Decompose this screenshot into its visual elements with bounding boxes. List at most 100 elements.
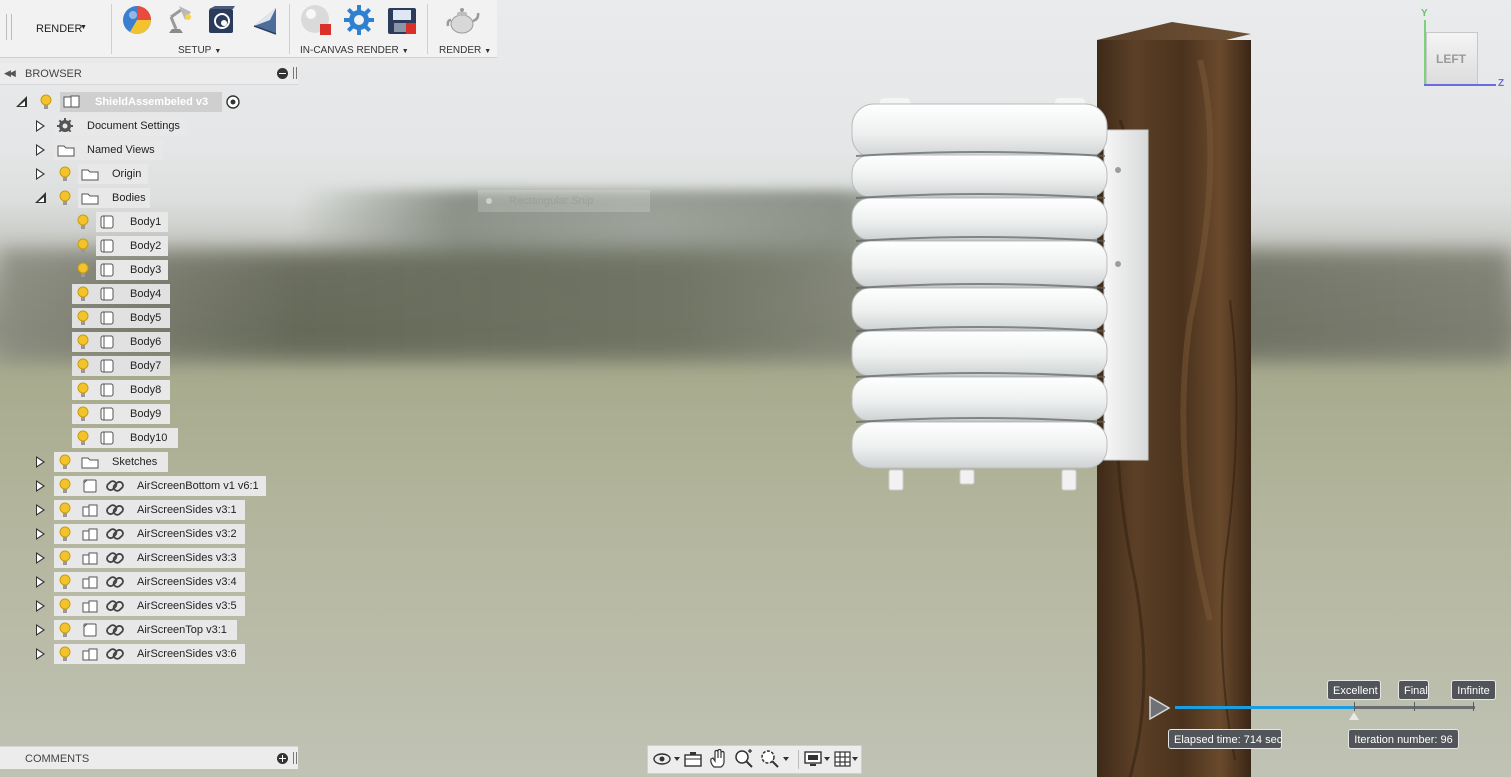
fit-zoom-icon[interactable] <box>760 749 792 769</box>
orbit-icon[interactable] <box>652 749 682 769</box>
render-progress-fill <box>1175 706 1355 709</box>
capture-image-icon[interactable] <box>386 4 418 36</box>
lightbulb-icon[interactable] <box>58 454 72 470</box>
lightbulb-icon[interactable] <box>58 646 72 662</box>
minimize-icon[interactable] <box>277 68 288 79</box>
panel-pin-icon[interactable] <box>293 67 297 79</box>
lightbulb-icon[interactable] <box>58 190 72 206</box>
expand-toggle[interactable] <box>36 600 45 612</box>
tree-item-component[interactable]: AirScreenSides v3:4 <box>0 572 300 592</box>
expand-toggle[interactable] <box>36 576 45 588</box>
link-icon <box>106 648 124 660</box>
tree-item-bodies[interactable]: Bodies <box>0 188 300 208</box>
in-canvas-render-icon[interactable] <box>300 4 332 36</box>
tree-item-body[interactable]: Body3 <box>0 260 300 280</box>
tree-item-body[interactable]: Body10 <box>0 428 300 448</box>
play-icon[interactable] <box>1147 695 1171 721</box>
expand-toggle[interactable] <box>36 624 45 636</box>
appearance-icon[interactable] <box>121 4 153 36</box>
quality-excellent[interactable]: Excellent <box>1327 680 1381 700</box>
grid-settings-icon[interactable] <box>834 749 860 769</box>
tree-root[interactable]: ShieldAssembeled v3 <box>0 92 300 112</box>
expand-toggle[interactable] <box>36 480 45 492</box>
collapse-panel-icon[interactable]: ◀◀ <box>4 68 16 79</box>
display-settings-icon[interactable] <box>804 749 834 769</box>
lightbulb-icon[interactable] <box>76 358 90 374</box>
tree-item-body[interactable]: Body4 <box>0 284 300 304</box>
lightbulb-icon[interactable] <box>76 382 90 398</box>
lightbulb-icon[interactable] <box>39 94 53 110</box>
tree-item-component[interactable]: AirScreenTop v3:1 <box>0 620 300 640</box>
component-icon <box>83 623 97 637</box>
tree-item-document-settings[interactable]: Document Settings <box>0 116 300 136</box>
tree-item-component[interactable]: AirScreenSides v3:3 <box>0 548 300 568</box>
tree-item-body[interactable]: Body8 <box>0 380 300 400</box>
lightbulb-icon[interactable] <box>58 526 72 542</box>
tree-item-named-views[interactable]: Named Views <box>0 140 300 160</box>
expand-toggle[interactable] <box>36 528 45 540</box>
lightbulb-icon[interactable] <box>76 238 90 254</box>
lightbulb-icon[interactable] <box>76 214 90 230</box>
view-cube-face[interactable]: LEFT <box>1426 32 1478 86</box>
expand-toggle[interactable] <box>36 144 45 156</box>
view-cube[interactable]: Y LEFT Z <box>1412 8 1508 92</box>
render-teapot-icon[interactable] <box>446 4 480 36</box>
expand-toggle[interactable] <box>36 456 45 468</box>
texture-map-icon[interactable] <box>250 4 282 36</box>
expand-toggle[interactable] <box>36 168 45 180</box>
expand-toggle[interactable] <box>16 96 27 107</box>
tree-item-component[interactable]: AirScreenBottom v1 v6:1 <box>0 476 300 496</box>
tree-item-component[interactable]: AirScreenSides v3:2 <box>0 524 300 544</box>
tree-item-body[interactable]: Body6 <box>0 332 300 352</box>
toolbar-grip[interactable] <box>6 14 12 40</box>
lightbulb-icon[interactable] <box>58 622 72 638</box>
lightbulb-icon[interactable] <box>58 478 72 494</box>
tree-item-component[interactable]: AirScreenSides v3:6 <box>0 644 300 664</box>
tree-item-body[interactable]: Body2 <box>0 236 300 256</box>
setup-menu[interactable]: SETUP ▼ <box>178 45 221 56</box>
lightbulb-icon[interactable] <box>76 430 90 446</box>
expand-toggle[interactable] <box>36 504 45 516</box>
render-menu[interactable]: RENDER ▼ <box>439 45 491 56</box>
tree-item-component[interactable]: AirScreenSides v3:1 <box>0 500 300 520</box>
lightbulb-icon[interactable] <box>58 574 72 590</box>
activate-radio-icon[interactable] <box>226 95 240 109</box>
scene-settings-icon[interactable] <box>163 4 195 36</box>
lightbulb-icon[interactable] <box>58 550 72 566</box>
lightbulb-icon[interactable] <box>76 334 90 350</box>
quality-infinite[interactable]: Infinite <box>1451 680 1496 700</box>
body-icon <box>100 335 114 349</box>
expand-toggle[interactable] <box>36 648 45 660</box>
tree-item-body[interactable]: Body1 <box>0 212 300 232</box>
body-icon <box>100 383 114 397</box>
quality-slider-handle[interactable] <box>1349 712 1359 720</box>
tree-item-origin[interactable]: Origin <box>0 164 300 184</box>
comments-panel[interactable]: COMMENTS <box>0 746 298 769</box>
pan-icon[interactable] <box>708 749 728 769</box>
expand-toggle[interactable] <box>36 120 45 132</box>
lightbulb-icon[interactable] <box>58 598 72 614</box>
lightbulb-icon[interactable] <box>58 166 72 182</box>
lightbulb-icon[interactable] <box>76 406 90 422</box>
expand-toggle[interactable] <box>35 192 46 203</box>
add-comment-icon[interactable] <box>277 753 288 764</box>
zoom-icon[interactable] <box>734 749 754 769</box>
tree-item-body[interactable]: Body7 <box>0 356 300 376</box>
tree-item-body[interactable]: Body5 <box>0 308 300 328</box>
lightbulb-icon[interactable] <box>58 502 72 518</box>
lightbulb-icon[interactable] <box>76 310 90 326</box>
look-at-icon[interactable] <box>683 749 703 769</box>
lightbulb-icon[interactable] <box>76 286 90 302</box>
root-label: ShieldAssembeled v3 <box>95 96 209 108</box>
decal-icon[interactable] <box>206 4 238 36</box>
workspace-switcher[interactable]: RENDER ▼ <box>14 0 108 57</box>
lightbulb-icon[interactable] <box>76 262 90 278</box>
tree-item-sketches[interactable]: Sketches <box>0 452 300 472</box>
in-canvas-settings-icon[interactable] <box>343 4 375 36</box>
tree-item-body[interactable]: Body9 <box>0 404 300 424</box>
panel-pin-icon[interactable] <box>293 752 297 764</box>
quality-final[interactable]: Final <box>1398 680 1429 700</box>
in-canvas-render-menu[interactable]: IN-CANVAS RENDER ▼ <box>300 45 409 56</box>
tree-item-component[interactable]: AirScreenSides v3:5 <box>0 596 300 616</box>
expand-toggle[interactable] <box>36 552 45 564</box>
